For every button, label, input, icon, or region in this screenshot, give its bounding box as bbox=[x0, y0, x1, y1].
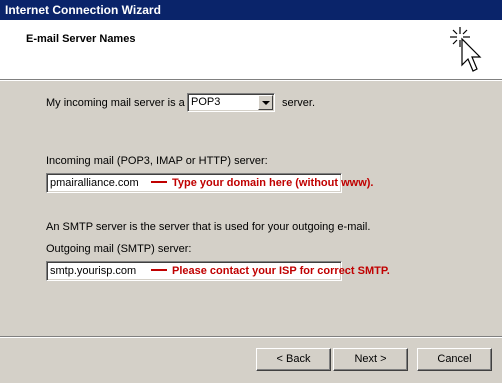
incoming-server-type-select[interactable]: POP3 bbox=[187, 93, 275, 112]
wizard-header: E-mail Server Names bbox=[0, 20, 502, 79]
wizard-cursor-icon bbox=[448, 25, 494, 82]
outgoing-annotation-text: Please contact your ISP for correct SMTP… bbox=[172, 265, 390, 277]
incoming-server-input[interactable]: pmairalliance.com Type your domain here … bbox=[46, 173, 373, 193]
outgoing-server-label: Outgoing mail (SMTP) server: bbox=[46, 243, 192, 255]
back-button[interactable]: < Back bbox=[256, 348, 331, 371]
page-title: E-mail Server Names bbox=[26, 33, 136, 45]
window-title: Internet Connection Wizard bbox=[5, 3, 161, 17]
smtp-info-text: An SMTP server is the server that is use… bbox=[46, 221, 371, 233]
incoming-annotation-text: Type your domain here (without www). bbox=[172, 177, 374, 189]
outgoing-server-input[interactable]: smtp.yourisp.com Please contact your ISP… bbox=[46, 261, 390, 281]
incoming-server-label: Incoming mail (POP3, IMAP or HTTP) serve… bbox=[46, 155, 268, 167]
cancel-button[interactable]: Cancel bbox=[417, 348, 492, 371]
outgoing-annotation: Please contact your ISP for correct SMTP… bbox=[151, 265, 390, 277]
dropdown-button[interactable] bbox=[258, 95, 273, 110]
incoming-type-label: My incoming mail server is a bbox=[46, 97, 185, 109]
next-button[interactable]: Next > bbox=[333, 348, 408, 371]
incoming-annotation: Type your domain here (without www). bbox=[151, 177, 373, 189]
dash-icon bbox=[151, 181, 167, 184]
dash-icon bbox=[151, 269, 167, 272]
chevron-down-icon bbox=[262, 101, 270, 105]
incoming-server-value: pmairalliance.com bbox=[50, 177, 139, 189]
incoming-type-suffix: server. bbox=[282, 97, 316, 109]
title-bar: Internet Connection Wizard bbox=[0, 0, 502, 20]
header-divider-highlight bbox=[0, 80, 502, 81]
outgoing-server-value: smtp.yourisp.com bbox=[50, 265, 137, 277]
footer-divider-highlight bbox=[0, 337, 502, 338]
incoming-server-type-value: POP3 bbox=[191, 96, 221, 108]
